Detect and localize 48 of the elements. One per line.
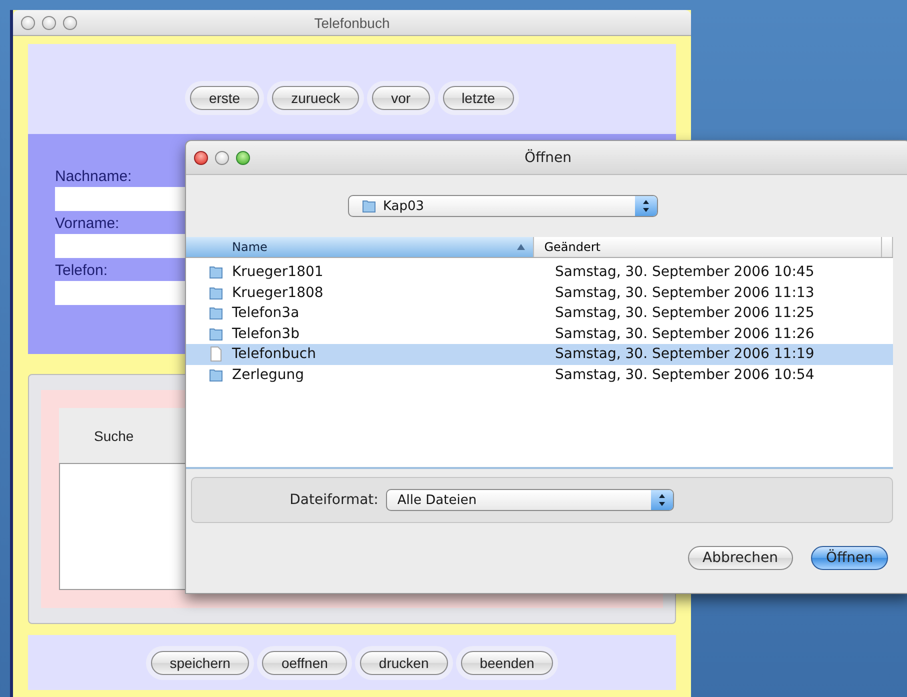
zoom-button[interactable]	[63, 16, 77, 30]
file-row[interactable]: Zerlegung Samstag, 30. September 2006 10:54	[186, 364, 893, 385]
dialog-button[interactable]: Abbrechen	[688, 546, 793, 570]
file-row[interactable]: Telefon3b Samstag, 30. September 2006 11:26	[186, 324, 893, 344]
file-name: Telefonbuch	[232, 346, 316, 362]
sort-arrow-icon	[517, 243, 526, 251]
dialog-button[interactable]: Öffnen	[810, 546, 888, 570]
file-name: Krueger1801	[232, 264, 324, 280]
modified-date: Samstag, 30. September 2006 11:19	[555, 346, 814, 362]
folder-icon	[208, 264, 224, 280]
file-row[interactable]: Telefon3a Samstag, 30. September 2006 11:25	[186, 303, 893, 324]
table-header-end	[882, 237, 893, 257]
file-name: Telefon3b	[232, 326, 300, 342]
field-label: Nachname:	[55, 168, 132, 185]
stepper-icon	[651, 490, 674, 510]
window-title: Telefonbuch	[314, 14, 390, 30]
stepper-icon	[635, 196, 657, 216]
modified-date: Samstag, 30. September 2006 11:25	[555, 305, 814, 322]
minimize-button[interactable]	[215, 150, 229, 164]
folder-icon	[208, 284, 224, 301]
modified-date: Samstag, 30. September 2006 10:45	[555, 264, 814, 280]
close-button[interactable]	[21, 16, 35, 30]
folder-icon	[208, 366, 224, 383]
field-label: Telefon:	[55, 262, 108, 279]
modified-date: Samstag, 30. September 2006 10:54	[555, 366, 814, 383]
file-name: Zerlegung	[232, 366, 304, 383]
close-button[interactable]	[194, 150, 208, 164]
modified-date: Samstag, 30. September 2006 11:26	[555, 326, 814, 342]
zoom-button[interactable]	[236, 150, 250, 164]
file-name: Krueger1808	[232, 284, 324, 301]
field-label: Vorname:	[55, 215, 120, 232]
folder-dropdown[interactable]: Kap03	[348, 195, 658, 217]
folder-icon	[208, 305, 224, 322]
format-dropdown[interactable]: Alle Dateien	[386, 489, 674, 511]
file-row[interactable]: Krueger1801 Samstag, 30. September 2006 10:45	[186, 262, 893, 282]
dialog-title: Öffnen	[524, 150, 572, 166]
file-row[interactable]: Krueger1808 Samstag, 30. September 2006 11:13	[186, 282, 893, 303]
file-name: Telefon3a	[232, 305, 300, 322]
file-row[interactable]: Telefonbuch Samstag, 30. September 2006 11:19	[186, 344, 893, 364]
folder-icon	[208, 326, 224, 342]
minimize-button[interactable]	[42, 16, 56, 30]
search-label: Suche	[94, 428, 134, 444]
modified-date: Samstag, 30. September 2006 11:13	[555, 284, 814, 301]
column-header[interactable]: Name	[186, 237, 534, 257]
folder-icon	[361, 198, 377, 214]
format-label: Dateiformat:	[290, 492, 378, 508]
column-header[interactable]: Geändert	[534, 237, 882, 257]
document-icon	[208, 346, 224, 362]
